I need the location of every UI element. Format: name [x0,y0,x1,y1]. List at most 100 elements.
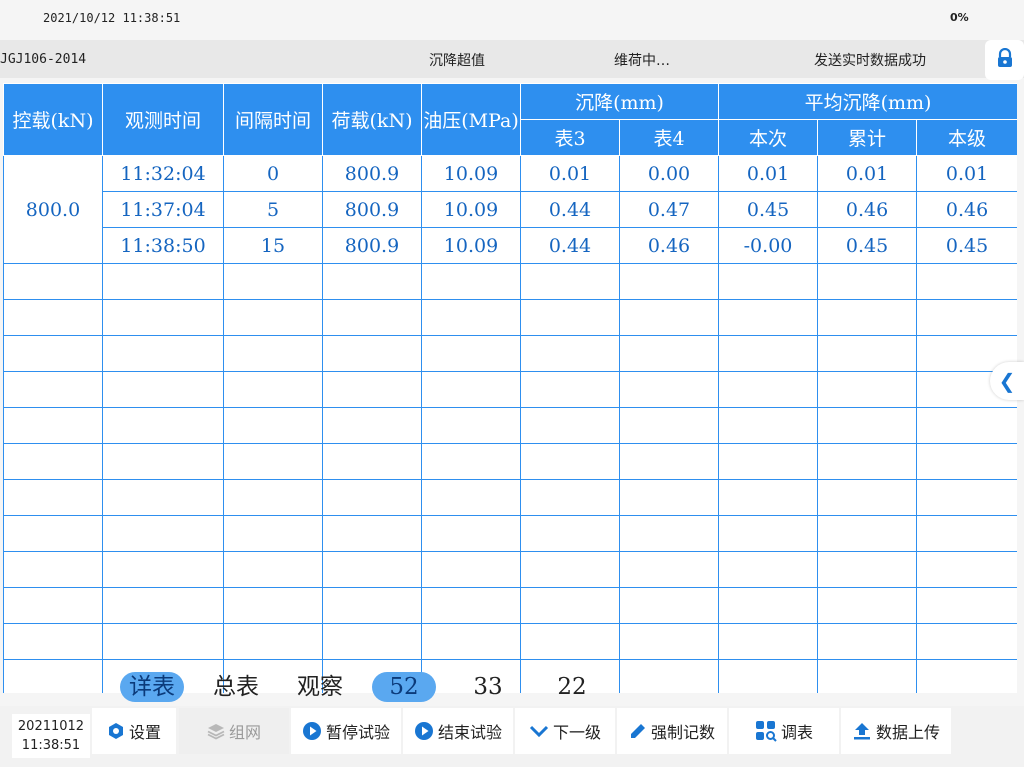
cell-time: 11:38:50 [102,227,224,264]
empty-table-row [3,335,1017,372]
end-test-label: 结束试验 [437,723,502,742]
header-pressure: 油压(MPa) [421,83,521,156]
table-row[interactable]: 11:37:04 5 800.9 10.09 0.44 0.47 0.45 0.… [4,191,1017,228]
empty-cell [817,515,918,552]
empty-cell [421,479,521,516]
lock-button[interactable] [985,40,1024,80]
chevron-left-icon: ❮ [998,369,1016,393]
cell-cumulative: 0.01 [817,155,918,192]
header-gauge3: 表3 [520,119,620,156]
empty-cell [718,299,819,336]
empty-cell [520,551,620,588]
empty-cell [3,299,103,336]
force-record-button[interactable]: 强制记数 [617,708,727,754]
network-button[interactable]: 组网 [179,708,289,754]
cell-gauge4: 0.00 [618,155,720,192]
empty-cell [618,623,720,660]
empty-cell [421,299,521,336]
data-table-container: 控载(kN) 观测时间 间隔时间 荷载(kN) 油压(MPa) 沉降(mm) 平… [3,83,1017,693]
next-level-button[interactable]: 下一级 [515,708,615,754]
cell-this-level: 0.46 [916,191,1017,228]
cell-this-level: 0.45 [916,227,1017,264]
empty-cell [718,443,819,480]
pause-test-button[interactable]: 暂停试验 [291,708,401,754]
empty-table-row [3,263,1017,300]
empty-cell [102,407,224,444]
cell-load: 800.9 [322,227,422,264]
cell-interval: 15 [223,227,323,264]
empty-cell [421,551,521,588]
empty-cell [322,335,422,372]
cell-gauge3: 0.44 [520,227,620,264]
empty-cell [520,623,620,660]
empty-cell [916,623,1017,660]
cell-time: 11:32:04 [102,155,224,192]
empty-table-row [3,515,1017,552]
empty-cell [223,263,323,300]
empty-cell [817,335,918,372]
empty-cell [520,443,620,480]
empty-cell [817,263,918,300]
tab-observe[interactable]: 观察 [288,672,352,702]
empty-cell [3,407,103,444]
standard-code: JGJ106-2014 [0,52,87,67]
chevron-down-icon [529,724,549,738]
tab-33[interactable]: 33 [456,672,520,702]
empty-cell [102,443,224,480]
empty-cell [618,335,720,372]
empty-cell [102,335,224,372]
empty-cell [817,623,918,660]
cell-time: 11:37:04 [102,191,224,228]
cell-load: 800.9 [322,191,422,228]
cell-gauge3: 0.01 [520,155,620,192]
empty-cell [618,299,720,336]
empty-cell [3,551,103,588]
tab-summary[interactable]: 总表 [204,672,268,702]
table-row[interactable]: 800.0 11:32:04 0 800.9 10.09 0.01 0.00 0… [3,155,1017,264]
adjust-gauge-button[interactable]: 调表 [729,708,839,754]
force-record-label: 强制记数 [650,723,715,742]
empty-cell [421,515,521,552]
cell-cumulative: 0.46 [817,191,918,228]
empty-cell [520,335,620,372]
header-this-level: 本级 [916,119,1017,156]
empty-cell [3,587,103,624]
empty-cell [618,407,720,444]
empty-cell [916,299,1017,336]
empty-table-row [3,443,1017,480]
empty-cell [223,371,323,408]
empty-cell [3,443,103,480]
header-load: 荷载(kN) [322,83,422,156]
empty-cell [618,263,720,300]
side-panel-toggle[interactable]: ❮ [990,362,1024,400]
empty-cell [817,371,918,408]
empty-cell [520,515,620,552]
empty-cell [817,479,918,516]
upload-data-button[interactable]: 数据上传 [841,708,951,754]
empty-cell [916,551,1017,588]
empty-cell [322,479,422,516]
control-load-value: 800.0 [3,155,103,264]
empty-cell [3,623,103,660]
table-row[interactable]: 11:38:50 15 800.9 10.09 0.44 0.46 -0.00 … [4,227,1017,264]
empty-cell [618,587,720,624]
empty-cell [322,587,422,624]
empty-cell [718,479,819,516]
tab-52[interactable]: 52 [372,672,436,702]
end-test-button[interactable]: 结束试验 [403,708,513,754]
empty-cell [718,515,819,552]
empty-cell [3,659,103,693]
empty-cell [718,659,819,693]
settings-label: 设置 [128,723,161,742]
load-status: 维荷中… [614,53,670,69]
tab-detail[interactable]: 详表 [120,672,184,702]
send-status: 发送实时数据成功 [814,53,926,69]
empty-cell [102,263,224,300]
empty-cell [916,515,1017,552]
empty-cell [618,515,720,552]
settings-button[interactable]: 设置 [92,708,176,754]
footer-date: 20211012 [17,719,85,734]
empty-cell [817,551,918,588]
tab-22[interactable]: 22 [540,672,604,702]
empty-cell [102,299,224,336]
